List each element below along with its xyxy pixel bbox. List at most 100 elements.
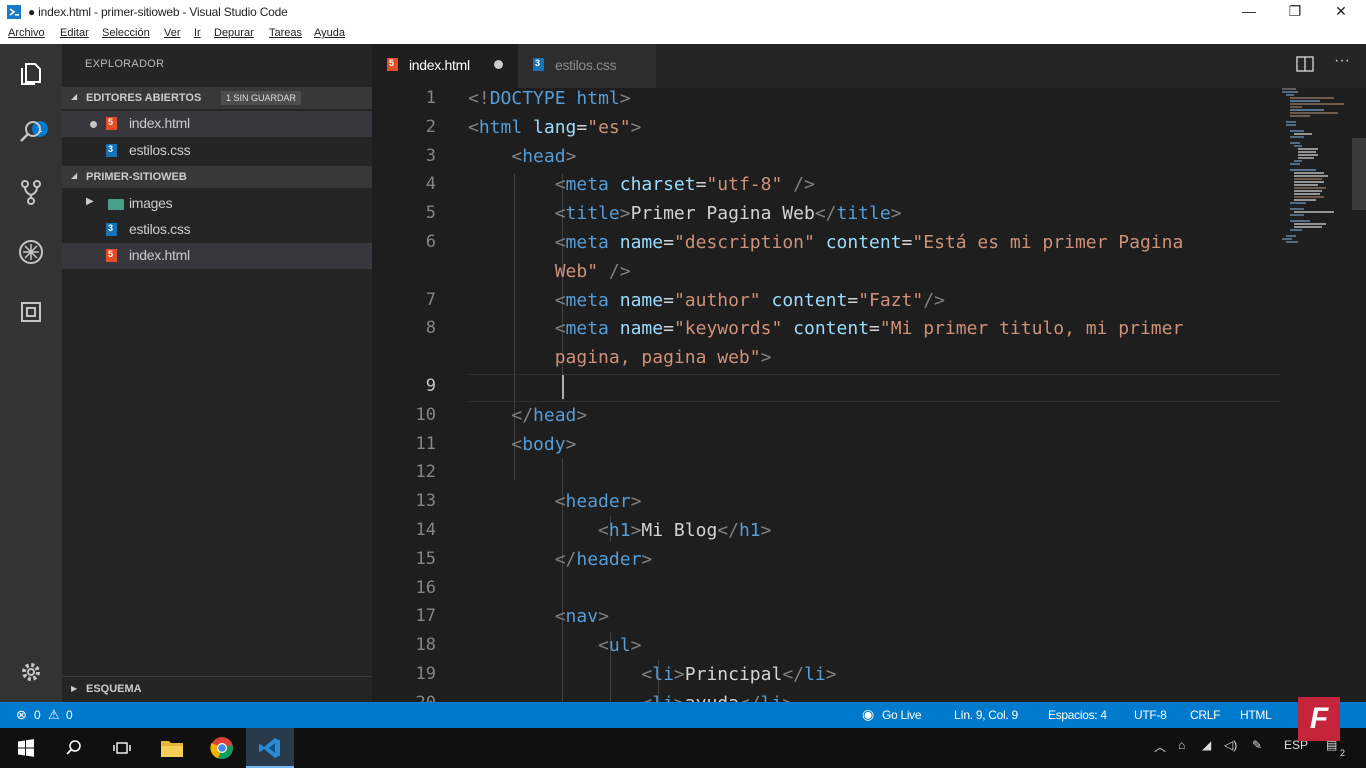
network-icon[interactable]: ◢ [1202,738,1211,752]
line-number: 5 [425,203,436,223]
channel-logo: F [1298,697,1340,741]
code-line: <ul> [598,635,642,656]
open-editor-label: index.html [129,115,190,131]
css-file-icon [106,144,117,157]
more-actions-icon[interactable]: ··· [1334,52,1350,70]
volume-icon[interactable]: ◁) [1224,738,1237,752]
unsaved-dot-icon[interactable] [494,60,503,69]
tree-item-estilos-css[interactable]: estilos.css [62,217,372,243]
menu-bar: Archivo Editar Selección Ver Ir Depurar … [0,24,1366,44]
css-file-icon [533,58,544,71]
tray-device-icon[interactable]: ⌂ [1178,738,1185,752]
language-mode[interactable]: HTML [1240,708,1272,722]
code-line: </head> [511,405,588,426]
html-file-icon [106,249,117,262]
code-line: <meta name="description" content="Está e… [554,232,1184,253]
menu-ver[interactable]: Ver [164,27,181,39]
file-explorer-icon[interactable] [156,732,188,764]
tab-index-html[interactable]: index.html [372,44,518,88]
code-line: <h1>Mi Blog</h1> [598,520,772,541]
line-number: 15 [415,549,436,569]
outline-header[interactable]: ▶ ESQUEMA [62,676,372,703]
open-editor-estilos-css[interactable]: estilos.css [62,138,372,164]
notifications-count: 2 [1340,748,1346,758]
unsaved-dot-icon [90,121,97,128]
warning-count[interactable]: 0 [66,708,73,722]
code-editor[interactable]: 1 2 3 4 5 6 7 8 9 10 11 12 13 14 15 16 1… [372,88,1366,702]
taskbar-vscode-active[interactable] [246,728,294,768]
settings-gear-icon[interactable] [13,654,49,690]
cursor-position[interactable]: Lín. 9, Col. 9 [954,708,1018,722]
files-icon[interactable] [13,56,49,92]
open-editors-label: EDITORES ABIERTOS [86,92,202,104]
tray-chevron-icon[interactable]: ︿ [1154,738,1166,755]
menu-editar[interactable]: Editar [60,27,89,39]
menu-ir[interactable]: Ir [194,27,201,39]
line-number: 11 [415,434,436,454]
editor-scrollbar[interactable] [1352,88,1366,702]
html-file-icon [106,117,117,130]
project-folder-header[interactable]: ◢ PRIMER-SITIOWEB [62,166,372,188]
menu-archivo[interactable]: Archivo [8,27,45,39]
tree-item-label: estilos.css [129,221,191,237]
extensions-icon[interactable] [13,294,49,330]
minimap[interactable] [1280,88,1352,702]
chrome-icon[interactable] [206,732,238,764]
current-line-highlight [468,374,1280,402]
windows-start-icon[interactable] [10,732,42,764]
line-number: 18 [415,635,436,655]
menu-seleccion[interactable]: Selección [102,27,150,39]
debug-icon[interactable] [13,234,49,270]
line-number: 19 [415,664,436,684]
menu-ayuda[interactable]: Ayuda [314,27,345,39]
line-number-current: 9 [425,376,436,396]
line-number: 1 [425,88,436,108]
tab-label: estilos.css [555,57,617,73]
line-number: 20 [406,693,436,702]
search-icon[interactable] [13,114,49,150]
window-title: ● index.html - primer-sitioweb - Visual … [28,5,288,19]
end-of-line[interactable]: CRLF [1190,708,1220,722]
search-icon[interactable] [58,732,90,764]
indentation[interactable]: Espacios: 4 [1048,708,1107,722]
code-line: <li>Principal</li> [641,664,837,685]
code-line: <!DOCTYPE html> [468,88,631,109]
chevron-down-icon: ◢ [71,171,78,180]
tree-item-index-html[interactable]: index.html [62,243,372,269]
close-button[interactable]: ✕ [1318,0,1364,24]
pen-icon[interactable]: ✎ [1252,738,1262,752]
go-live-button[interactable]: Go Live [882,708,922,722]
error-icon[interactable]: ⊗ [16,707,27,723]
open-editors-header[interactable]: ◢ EDITORES ABIERTOS 1 SIN GUARDAR [62,87,372,109]
line-number: 12 [415,462,436,482]
tab-estilos-css[interactable]: estilos.css [518,44,656,88]
vscode-icon [258,736,282,765]
menu-depurar[interactable]: Depurar [214,27,254,39]
line-number: 3 [425,146,436,166]
scrollbar-thumb[interactable] [1352,138,1366,210]
code-line: <meta name="keywords" content="Mi primer… [554,318,1184,339]
error-count[interactable]: 0 [34,708,41,722]
tree-item-images[interactable]: ▶ images [62,191,372,217]
line-number: 7 [425,290,436,310]
line-number: 4 [425,174,436,194]
code-line: <head> [511,146,577,167]
encoding[interactable]: UTF-8 [1134,708,1167,722]
line-number: 16 [415,578,436,598]
menu-tareas[interactable]: Tareas [269,27,302,39]
open-editor-index-html[interactable]: index.html [62,111,372,137]
maximize-button[interactable]: ❐ [1272,0,1318,24]
line-number: 6 [425,232,436,252]
split-editor-icon[interactable] [1296,56,1314,77]
line-number: 2 [425,117,436,137]
minimize-button[interactable]: — [1226,0,1272,24]
open-editor-label: estilos.css [129,142,191,158]
title-bar: ● index.html - primer-sitioweb - Visual … [0,0,1366,24]
source-control-icon[interactable] [13,174,49,210]
task-view-icon[interactable] [106,732,138,764]
warning-icon[interactable]: ⚠ [48,707,60,723]
chevron-down-icon: ◢ [71,92,78,101]
unsaved-badge: 1 SIN GUARDAR [221,91,302,105]
line-number: 13 [415,491,436,511]
explorer-sidebar: EXPLORADOR ◢ EDITORES ABIERTOS 1 SIN GUA… [62,44,372,702]
